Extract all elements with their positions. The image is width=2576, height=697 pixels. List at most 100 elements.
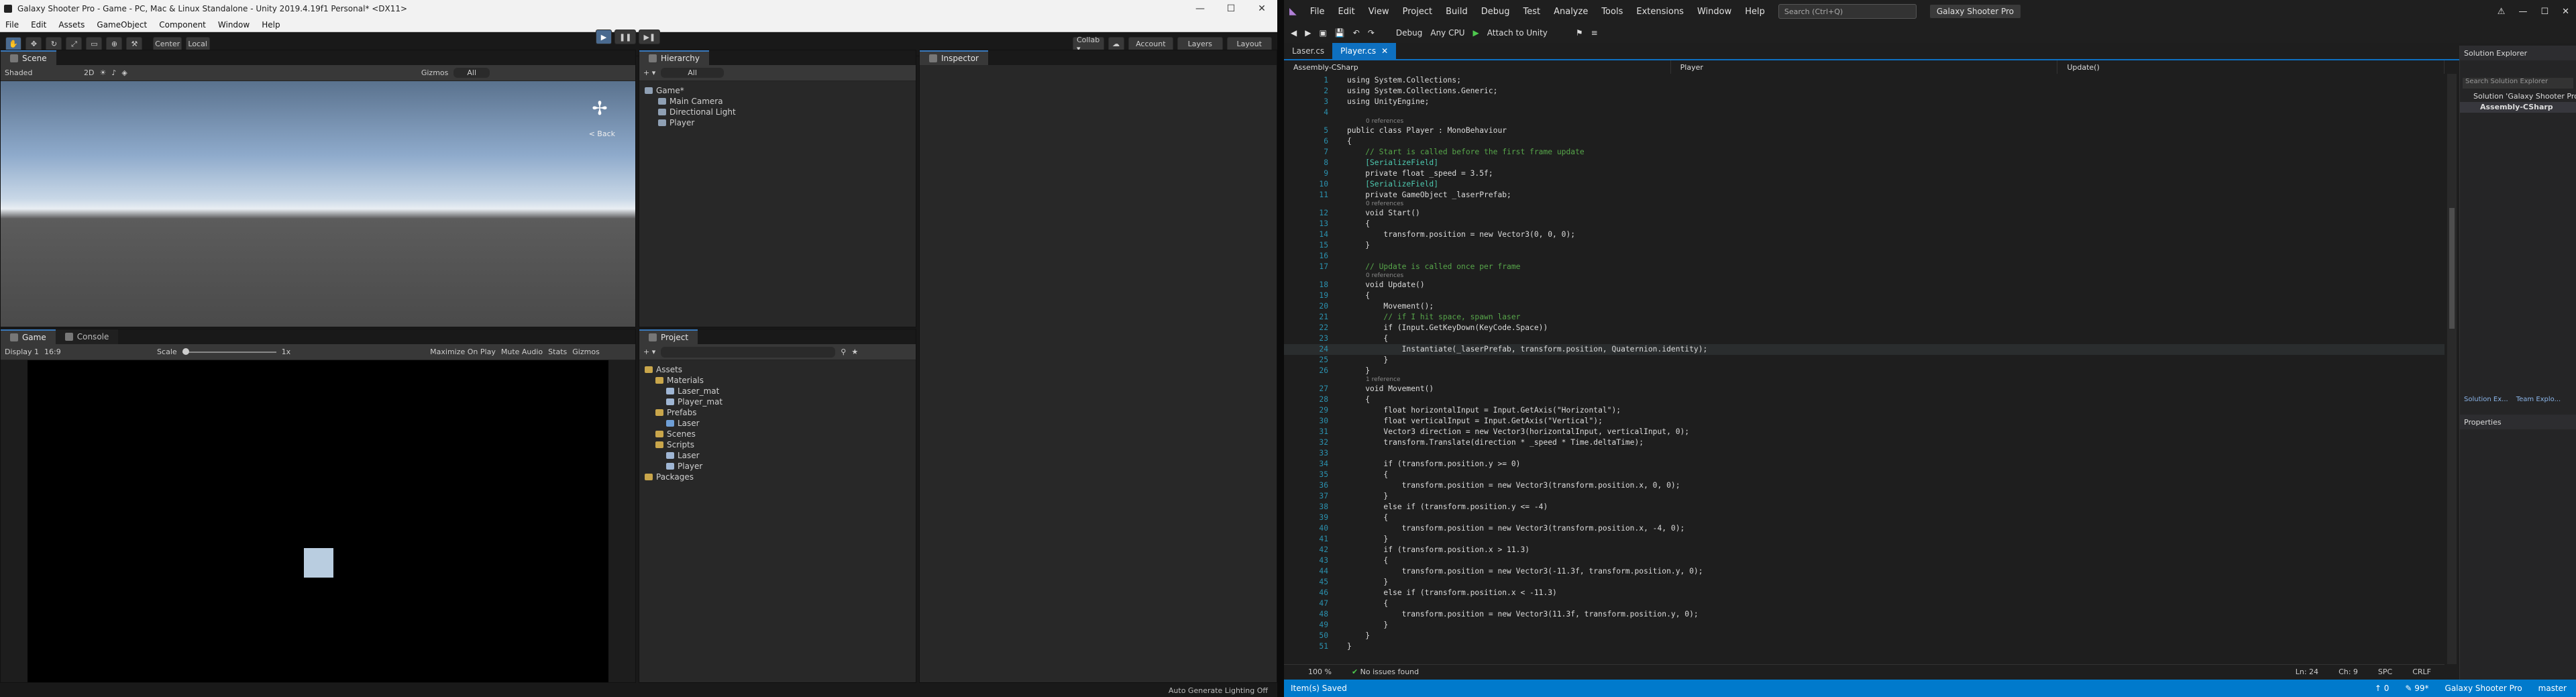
vs-menu-debug[interactable]: Debug [1481,7,1510,17]
forward-icon[interactable]: ▶ [1305,28,1311,38]
tab-laser-cs[interactable]: Laser.cs [1284,43,1332,59]
code-line[interactable]: 22 if (Input.GetKeyDown(KeyCode.Space)) [1284,323,2445,333]
vs-menu-file[interactable]: File [1310,7,1325,17]
platform-dropdown[interactable]: Any CPU [1430,28,1464,38]
tab-player-cs[interactable]: Player.cs ✕ [1332,43,1397,59]
tab-scene[interactable]: Scene [1,50,56,65]
code-line[interactable]: 41 } [1284,534,2445,545]
tab-project[interactable]: Project [639,329,698,344]
editor-scroll-thumb[interactable] [2449,208,2455,329]
code-line[interactable]: 24 Instantiate(_laserPrefab, transform.p… [1284,344,2445,355]
codelens-hint[interactable]: 0 references [1284,201,2445,208]
code-line[interactable]: 25 } [1284,355,2445,366]
code-line[interactable]: 10 [SerializeField] [1284,179,2445,190]
code-line[interactable]: 38 else if (transform.position.y <= -4) [1284,502,2445,513]
solution-search-input[interactable]: Search Solution Explorer [2463,78,2573,89]
scale-slider[interactable] [182,347,276,355]
code-line[interactable]: 44 transform.position = new Vector3(-11.… [1284,566,2445,577]
code-line[interactable]: 17 // Update is called once per frame [1284,262,2445,272]
code-line[interactable]: 9 private float _speed = 3.5f; [1284,168,2445,179]
code-line[interactable]: 33 [1284,448,2445,459]
project-tree-item[interactable]: Packages [645,472,910,482]
codelens-hint[interactable]: 0 references [1284,118,2445,125]
code-line[interactable]: 15 } [1284,240,2445,251]
pending-changes[interactable]: ✎ 99* [2405,684,2428,693]
code-line[interactable]: 14 transform.position = new Vector3(0, 0… [1284,229,2445,240]
game-viewport[interactable] [28,360,608,682]
editor-scrollbar[interactable] [2447,74,2457,664]
code-line[interactable]: 32 transform.Translate(direction * _spee… [1284,437,2445,448]
code-line[interactable]: 48 transform.position = new Vector3(11.3… [1284,609,2445,620]
hierarchy-scene[interactable]: Game* [645,85,910,96]
project-tree-item[interactable]: Laser [645,450,910,461]
vs-close-button[interactable]: ✕ [2562,7,2576,17]
code-line[interactable]: 43 { [1284,555,2445,566]
code-line[interactable]: 13 { [1284,219,2445,229]
scene-gizmo[interactable]: ✢ [584,93,615,124]
codelens-hint[interactable]: 0 references [1284,272,2445,280]
save-icon[interactable]: 💾 [1335,28,1345,38]
vs-menu-window[interactable]: Window [1697,7,1731,17]
vs-menu-test[interactable]: Test [1523,7,1540,17]
solution-node[interactable]: Solution 'Galaxy Shooter Pro' [2460,91,2576,102]
hierarchy-search-input[interactable]: All [661,68,724,78]
code-line[interactable]: 49 } [1284,620,2445,631]
vs-menu-build[interactable]: Build [1446,7,1468,17]
menu-gameobject[interactable]: GameObject [97,20,147,30]
scale-slider-thumb[interactable] [182,347,189,355]
tab-console[interactable]: Console [55,329,119,344]
nav-type-dropdown[interactable]: Player [1671,60,2058,74]
attach-play-icon[interactable]: ▶ [1473,28,1479,38]
project-tree-item[interactable]: Laser_mat [645,386,910,396]
vs-menu-project[interactable]: Project [1403,7,1432,17]
project-tree-item[interactable]: Player [645,461,910,472]
vs-minimize-button[interactable]: — [2518,7,2527,17]
code-line[interactable]: 51} [1284,641,2445,652]
project-create-button[interactable]: + ▾ [643,347,655,356]
tab-team-explorer[interactable]: Team Explo... [2516,396,2561,403]
hierarchy-item[interactable]: Directional Light [645,107,910,117]
project-tree-item[interactable]: Materials [645,375,910,386]
star-icon[interactable]: ★ [851,347,858,356]
branch-name[interactable]: master [2538,684,2567,693]
code-line[interactable]: 16 [1284,251,2445,262]
lighting-icon[interactable]: ☀ [99,68,106,77]
code-line[interactable]: 6{ [1284,136,2445,147]
maximize-on-play-toggle[interactable]: Maximize On Play [430,347,496,356]
code-line[interactable]: 45 } [1284,577,2445,588]
stats-toggle[interactable]: Stats [548,347,567,356]
code-line[interactable]: 21 // if I hit space, spawn laser [1284,312,2445,323]
nav-member-dropdown[interactable]: Update() [2057,60,2445,74]
vs-search-input[interactable]: Search (Ctrl+Q) [1778,4,1917,19]
audio-icon[interactable]: ♪ [111,68,116,77]
code-line[interactable]: 37 } [1284,491,2445,502]
menu-component[interactable]: Component [159,20,206,30]
code-line[interactable]: 36 transform.position = new Vector3(tran… [1284,480,2445,491]
code-line[interactable]: 4 [1284,107,2445,118]
redo-icon[interactable]: ↷ [1368,28,1375,38]
mode-2d-toggle[interactable]: 2D [84,68,94,77]
pause-button[interactable]: ❚❚ [614,30,637,44]
code-line[interactable]: 26 } [1284,366,2445,376]
step-button[interactable]: ▶❚ [639,30,661,44]
project-node[interactable]: Assembly-CSharp [2460,102,2576,113]
issues-indicator[interactable]: ✔ No issues found [1352,667,1419,676]
repo-name[interactable]: Galaxy Shooter Pro [2445,684,2522,693]
code-line[interactable]: 2 using System.Collections.Generic; [1284,86,2445,97]
vs-menu-analyze[interactable]: Analyze [1554,7,1588,17]
scene-search-input[interactable]: All [453,68,490,78]
code-line[interactable]: 18 void Update() [1284,280,2445,290]
pending-pushes[interactable]: ↑ 0 [2375,684,2390,693]
project-tree-item[interactable]: Laser [645,418,910,429]
create-button[interactable]: + ▾ [643,68,655,77]
config-dropdown[interactable]: Debug [1396,28,1422,38]
game-gizmos-dropdown[interactable]: Gizmos [572,347,600,356]
code-line[interactable]: 11 private GameObject _laserPrefab; [1284,190,2445,201]
code-line[interactable]: 19 { [1284,290,2445,301]
project-tree-item[interactable]: Assets [645,364,910,375]
mute-audio-toggle[interactable]: Mute Audio [501,347,543,356]
display-dropdown[interactable]: Display 1 [5,347,39,356]
vs-menu-extensions[interactable]: Extensions [1636,7,1684,17]
code-line[interactable]: 1 using System.Collections; [1284,75,2445,86]
maximize-button[interactable]: ☐ [1216,3,1246,14]
